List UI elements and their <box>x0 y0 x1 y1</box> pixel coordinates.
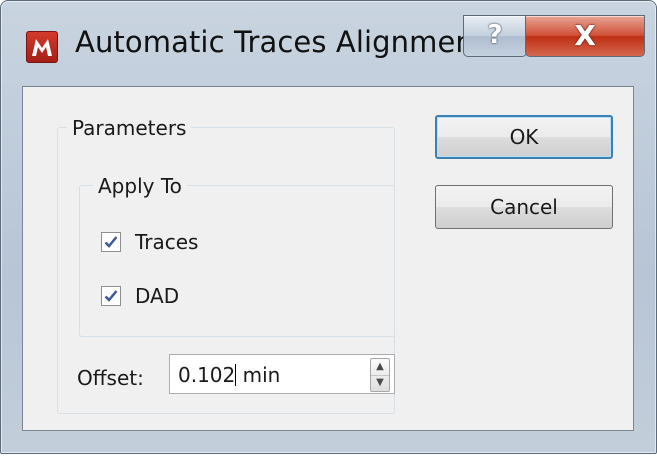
spin-buttons[interactable]: ▲ ▼ <box>370 358 390 392</box>
spin-up-icon[interactable]: ▲ <box>371 359 389 376</box>
offset-spinbox[interactable]: 0.102 min ▲ ▼ <box>169 354 395 394</box>
help-icon: ? <box>487 20 503 50</box>
parameters-group-label: Parameters <box>67 116 192 140</box>
dad-checkbox[interactable] <box>101 286 121 306</box>
dad-checkbox-row[interactable]: DAD <box>101 282 179 310</box>
cancel-button[interactable]: Cancel <box>435 185 613 229</box>
checkmark-icon <box>104 236 118 248</box>
window-title: Automatic Traces Alignment <box>75 25 486 59</box>
offset-unit: min <box>242 363 281 387</box>
dialog-body: Parameters Apply To Traces DAD Offset: 0… <box>22 86 634 431</box>
offset-value[interactable]: 0.102 min <box>178 363 280 387</box>
dialog-window: Automatic Traces Alignment ? X Parameter… <box>0 0 657 454</box>
offset-label: Offset: <box>77 366 144 390</box>
text-cursor <box>235 364 237 386</box>
traces-checkbox[interactable] <box>101 232 121 252</box>
close-button[interactable]: X <box>525 15 645 57</box>
dad-checkbox-label: DAD <box>135 284 180 308</box>
ok-button[interactable]: OK <box>435 115 613 159</box>
checkmark-icon <box>104 290 118 302</box>
app-logo-icon <box>26 31 58 63</box>
help-button[interactable]: ? <box>463 15 527 57</box>
spin-down-icon[interactable]: ▼ <box>371 375 389 391</box>
apply-to-group-label: Apply To <box>93 174 187 198</box>
traces-checkbox-label: Traces <box>135 230 199 254</box>
offset-number: 0.102 <box>178 363 236 387</box>
title-bar[interactable]: Automatic Traces Alignment ? X <box>1 1 656 85</box>
apply-to-group <box>79 185 395 337</box>
traces-checkbox-row[interactable]: Traces <box>101 228 198 256</box>
close-icon: X <box>574 19 596 52</box>
